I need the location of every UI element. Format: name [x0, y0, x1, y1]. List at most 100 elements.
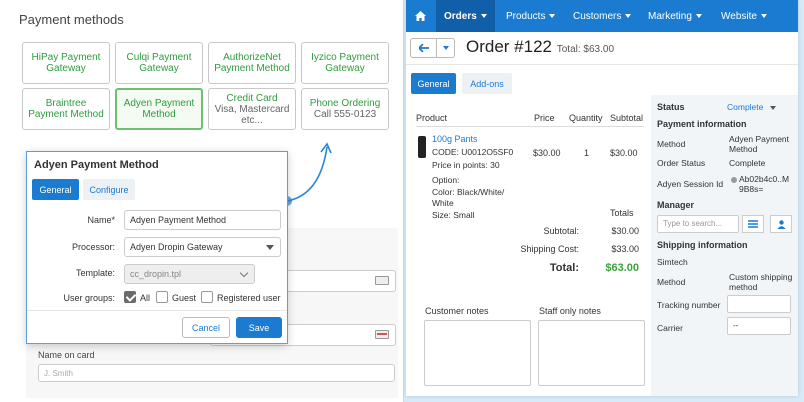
info-icon — [731, 176, 737, 183]
status-value: Complete — [727, 102, 764, 112]
nav-orders[interactable]: Orders — [436, 0, 495, 32]
order-status-label: Order Status — [657, 158, 706, 168]
usergroup-registered-label: Registered user — [217, 293, 281, 303]
staff-notes-textarea[interactable] — [538, 320, 645, 386]
shipping-label: Shipping Cost: — [520, 244, 579, 254]
card-label: HiPay Payment Gateway — [31, 52, 101, 74]
name-on-card-input[interactable]: J. Smith — [38, 364, 395, 382]
usergroup-registered-checkbox[interactable] — [201, 291, 213, 303]
customer-notes-textarea[interactable] — [424, 320, 531, 386]
name-input[interactable]: Adyen Payment Method — [124, 210, 281, 230]
product-size: Size: Small — [432, 210, 475, 220]
back-dropdown-button[interactable] — [436, 38, 455, 58]
nav-label: Customers — [573, 10, 622, 22]
nav-website[interactable]: Website — [721, 0, 767, 32]
card-icon — [375, 276, 389, 285]
tracking-number-input[interactable] — [727, 295, 791, 313]
tab-general[interactable]: General — [32, 179, 79, 200]
carrier-select[interactable]: -- — [727, 317, 791, 335]
back-button[interactable] — [410, 38, 437, 58]
payment-method-value-cont: Method — [729, 144, 758, 154]
product-color: Color: Black/White/ — [432, 187, 505, 197]
session-id-label: Adyen Session Id — [657, 179, 724, 189]
carrier-label: Carrier — [657, 323, 683, 333]
col-quantity: Quantity — [569, 113, 603, 123]
connector-arrow — [282, 142, 332, 206]
list-icon — [748, 220, 758, 228]
header-divider — [406, 64, 798, 65]
dialog-title: Adyen Payment Method — [34, 159, 159, 171]
card-label: AuthorizeNet Payment Method — [214, 52, 290, 74]
usergroup-all-checkbox[interactable] — [124, 291, 136, 303]
order-panel: Orders Products Customers Marketing Webs… — [406, 0, 798, 396]
arrow-left-icon — [418, 44, 429, 52]
product-code: CODE: U0012O5SF0 — [432, 147, 514, 157]
tab-configure[interactable]: Configure — [83, 179, 135, 200]
nav-label: Products — [506, 10, 546, 22]
table-header-divider — [416, 126, 644, 127]
shipping-value: $33.00 — [611, 244, 639, 254]
nav-label: Marketing — [648, 10, 692, 22]
save-button[interactable]: Save — [236, 317, 282, 338]
status-dropdown[interactable]: Complete — [727, 102, 776, 112]
product-option-label: Option: — [432, 175, 460, 185]
caret-down-icon — [266, 245, 274, 250]
shipping-method-value: Custom shipping — [729, 272, 793, 282]
list-button[interactable] — [742, 215, 764, 233]
card-adyen[interactable]: Adyen Payment Method — [115, 88, 203, 130]
card-iyzico[interactable]: Iyzico Payment Gateway — [301, 42, 389, 84]
assign-user-button[interactable] — [770, 215, 792, 233]
usergroup-guest-checkbox[interactable] — [156, 291, 168, 303]
usergroups-label: User groups: — [63, 293, 115, 303]
total-value: $63.00 — [605, 262, 639, 274]
card-credit-card[interactable]: Credit Card Visa, Mastercard etc... — [208, 88, 296, 130]
tab-addons[interactable]: Add-ons — [462, 73, 512, 94]
nav-products[interactable]: Products — [506, 0, 556, 32]
caret-down-icon — [549, 14, 556, 18]
card-label: Credit Card — [226, 92, 278, 104]
card-culqi[interactable]: Culqi Payment Gateway — [115, 42, 203, 84]
shipping-info-heading: Shipping information — [657, 240, 748, 250]
payment-info-heading: Payment information — [657, 119, 747, 129]
caret-down-icon — [625, 14, 632, 18]
card-sub: Visa, Mastercard etc... — [214, 103, 290, 126]
adyen-config-dialog: Adyen Payment Method General Configure N… — [26, 151, 288, 344]
subtotal-label: Subtotal: — [543, 226, 579, 236]
product-name-link[interactable]: 100g Pants — [432, 134, 478, 144]
col-product: Product — [416, 113, 448, 123]
product-subtotal: $30.00 — [610, 148, 638, 158]
product-points: Price in points: 30 — [432, 160, 500, 170]
cancel-button[interactable]: Cancel — [182, 317, 230, 338]
caret-down-icon — [695, 14, 702, 18]
staff-notes-label: Staff only notes — [539, 306, 601, 316]
caret-down-icon — [769, 106, 776, 110]
top-navigation: Orders Products Customers Marketing Webs… — [406, 0, 798, 32]
chevron-down-icon — [239, 268, 249, 278]
manager-heading: Manager — [657, 200, 695, 210]
tracking-number-label: Tracking number — [657, 300, 721, 310]
tab-general[interactable]: General — [411, 73, 456, 94]
template-select[interactable]: cc_dropin.tpl — [124, 264, 255, 284]
page-title: Payment methods — [19, 12, 124, 27]
card-label: Culqi Payment Gateway — [126, 52, 192, 74]
card-authorizenet[interactable]: AuthorizeNet Payment Method — [208, 42, 296, 84]
order-status-value: Complete — [729, 158, 766, 168]
product-color-cont: White — [432, 198, 454, 208]
processor-value: Adyen Dropin Gateway — [130, 242, 223, 252]
card-cvc-icon — [375, 330, 389, 339]
total-label: Total: — [549, 262, 579, 274]
nav-customers[interactable]: Customers — [573, 0, 632, 32]
processor-select[interactable]: Adyen Dropin Gateway — [124, 237, 281, 257]
home-icon[interactable] — [406, 0, 434, 32]
nav-marketing[interactable]: Marketing — [648, 0, 702, 32]
manager-search-input[interactable]: Type to search... — [657, 215, 739, 233]
shipping-method-label: Method — [657, 277, 686, 287]
card-label: Braintree Payment Method — [28, 98, 104, 120]
product-thumbnail[interactable] — [418, 136, 426, 158]
payment-method-grid: HiPay Payment Gateway Culqi Payment Gate… — [22, 42, 389, 130]
card-phone-ordering[interactable]: Phone Ordering Call 555-0123 — [301, 88, 389, 130]
user-icon — [777, 219, 785, 229]
caret-down-icon — [760, 14, 767, 18]
card-braintree[interactable]: Braintree Payment Method — [22, 88, 110, 130]
card-hipay[interactable]: HiPay Payment Gateway — [22, 42, 110, 84]
